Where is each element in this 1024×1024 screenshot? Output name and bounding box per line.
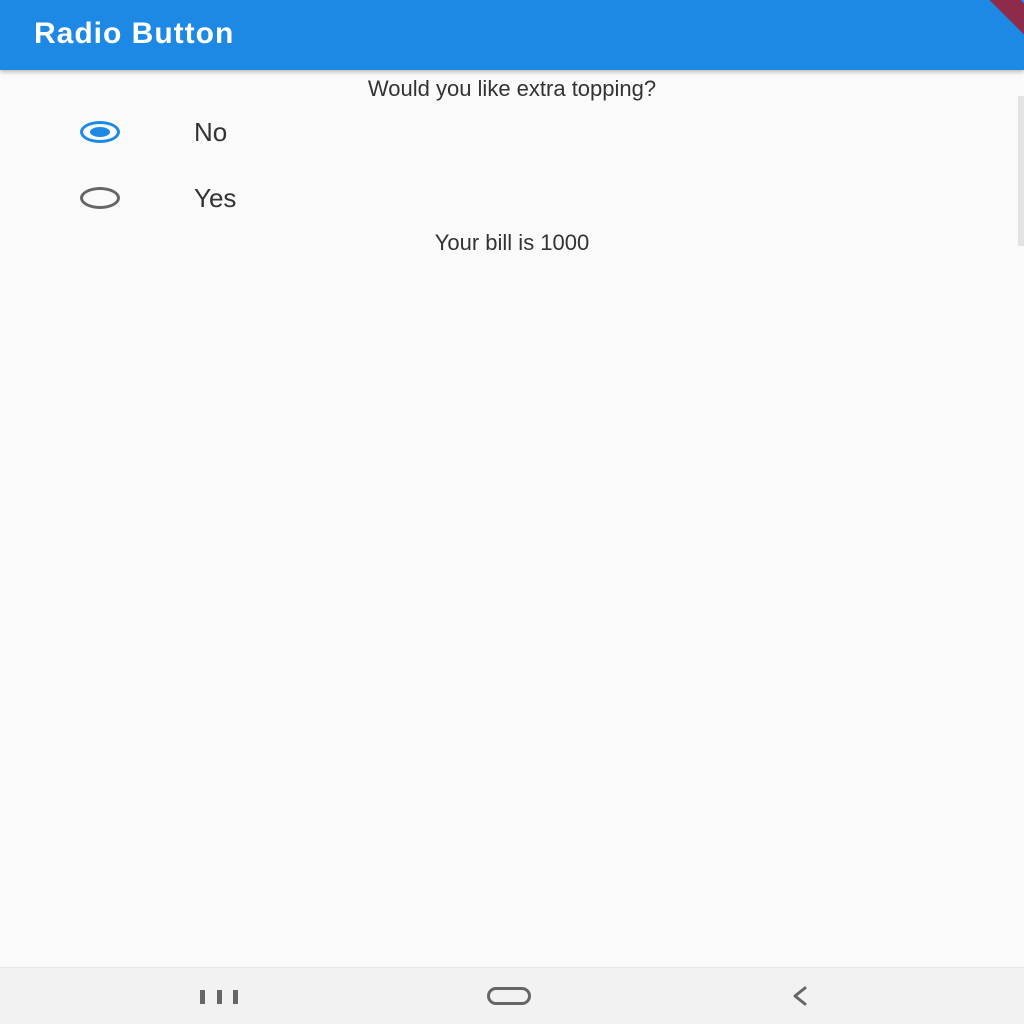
app-bar: Radio Button [0, 0, 1024, 70]
radio-yes[interactable] [80, 187, 120, 209]
app-title: Radio Button [34, 17, 235, 50]
question-text: Would you like extra topping? [367, 76, 657, 101]
option-yes[interactable]: Yes [60, 167, 940, 229]
home-button[interactable] [470, 980, 550, 1012]
app-screen: Radio Button Would you like extra toppin… [0, 0, 1024, 1024]
scroll-indicator [1018, 96, 1024, 246]
bill-text: Your bill is 1000 [434, 230, 590, 255]
recents-button[interactable] [180, 980, 260, 1012]
option-no[interactable]: No [60, 101, 940, 163]
back-button[interactable] [760, 980, 840, 1012]
back-icon [793, 986, 807, 1006]
option-no-label: No [194, 117, 228, 147]
system-navigation-bar [0, 967, 1024, 1024]
debug-banner [953, 0, 1024, 50]
recents-icon [200, 990, 238, 1004]
home-icon [487, 987, 531, 1005]
radio-no[interactable] [80, 121, 120, 143]
option-yes-label: Yes [194, 183, 237, 213]
